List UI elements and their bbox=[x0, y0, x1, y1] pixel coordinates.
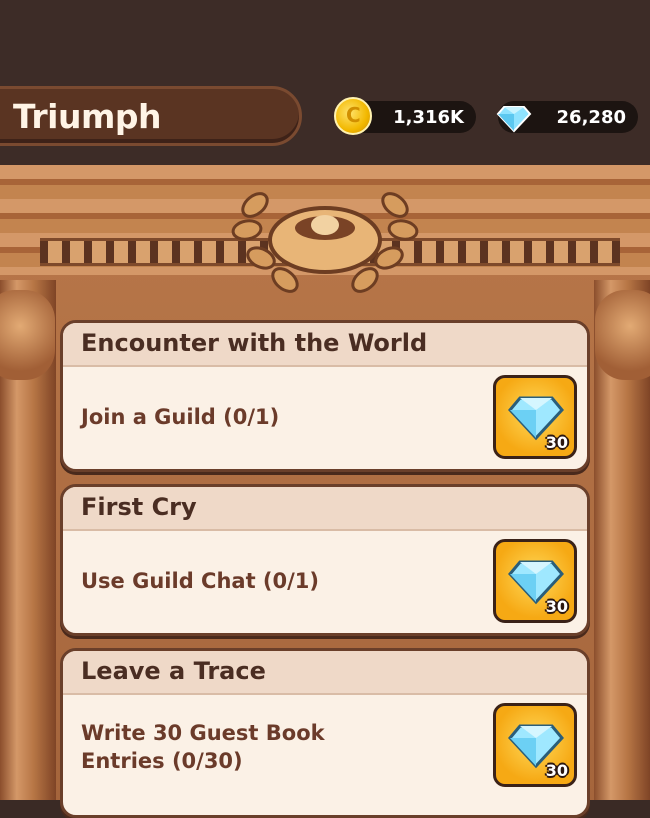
achievement-card[interactable]: First Cry Use Guild Chat (0/1) 30 bbox=[60, 484, 590, 636]
achievement-title: First Cry bbox=[81, 493, 197, 521]
achievement-title: Leave a Trace bbox=[81, 657, 266, 685]
gem-amount: 26,280 bbox=[556, 107, 626, 128]
achievement-card[interactable]: Encounter with the World Join a Guild (0… bbox=[60, 320, 590, 472]
reward-quantity: 30 bbox=[545, 597, 568, 616]
screen-title-banner: Triumph bbox=[0, 86, 302, 146]
coin-counter[interactable]: 1,316K bbox=[334, 97, 476, 135]
reward-quantity: 30 bbox=[545, 433, 568, 452]
page-title: Triumph bbox=[13, 97, 161, 136]
reward-button[interactable]: 30 bbox=[493, 703, 577, 787]
achievement-header: First Cry bbox=[63, 487, 587, 531]
coin-amount: 1,316K bbox=[393, 107, 464, 128]
gem-counter[interactable]: 26,280 bbox=[496, 101, 638, 133]
achievement-header: Leave a Trace bbox=[63, 651, 587, 695]
reward-button[interactable]: 30 bbox=[493, 539, 577, 623]
achievement-title: Encounter with the World bbox=[81, 329, 428, 357]
achievement-description: Join a Guild (0/1) bbox=[81, 405, 280, 429]
laurel-emblem-icon bbox=[231, 192, 419, 293]
achievement-card[interactable]: Leave a Trace Write 30 Guest Book Entrie… bbox=[60, 648, 590, 818]
top-bar: Triumph 1,316K 26,280 bbox=[0, 0, 650, 165]
achievement-description: Use Guild Chat (0/1) bbox=[81, 569, 320, 593]
diamond-icon bbox=[496, 106, 532, 133]
right-capital bbox=[595, 290, 650, 380]
left-capital bbox=[0, 290, 55, 380]
achievement-description: Write 30 Guest Book Entries (0/30) bbox=[81, 721, 325, 773]
reward-quantity: 30 bbox=[545, 761, 568, 780]
achievement-header: Encounter with the World bbox=[63, 323, 587, 367]
coin-icon bbox=[334, 97, 372, 135]
reward-button[interactable]: 30 bbox=[493, 375, 577, 459]
